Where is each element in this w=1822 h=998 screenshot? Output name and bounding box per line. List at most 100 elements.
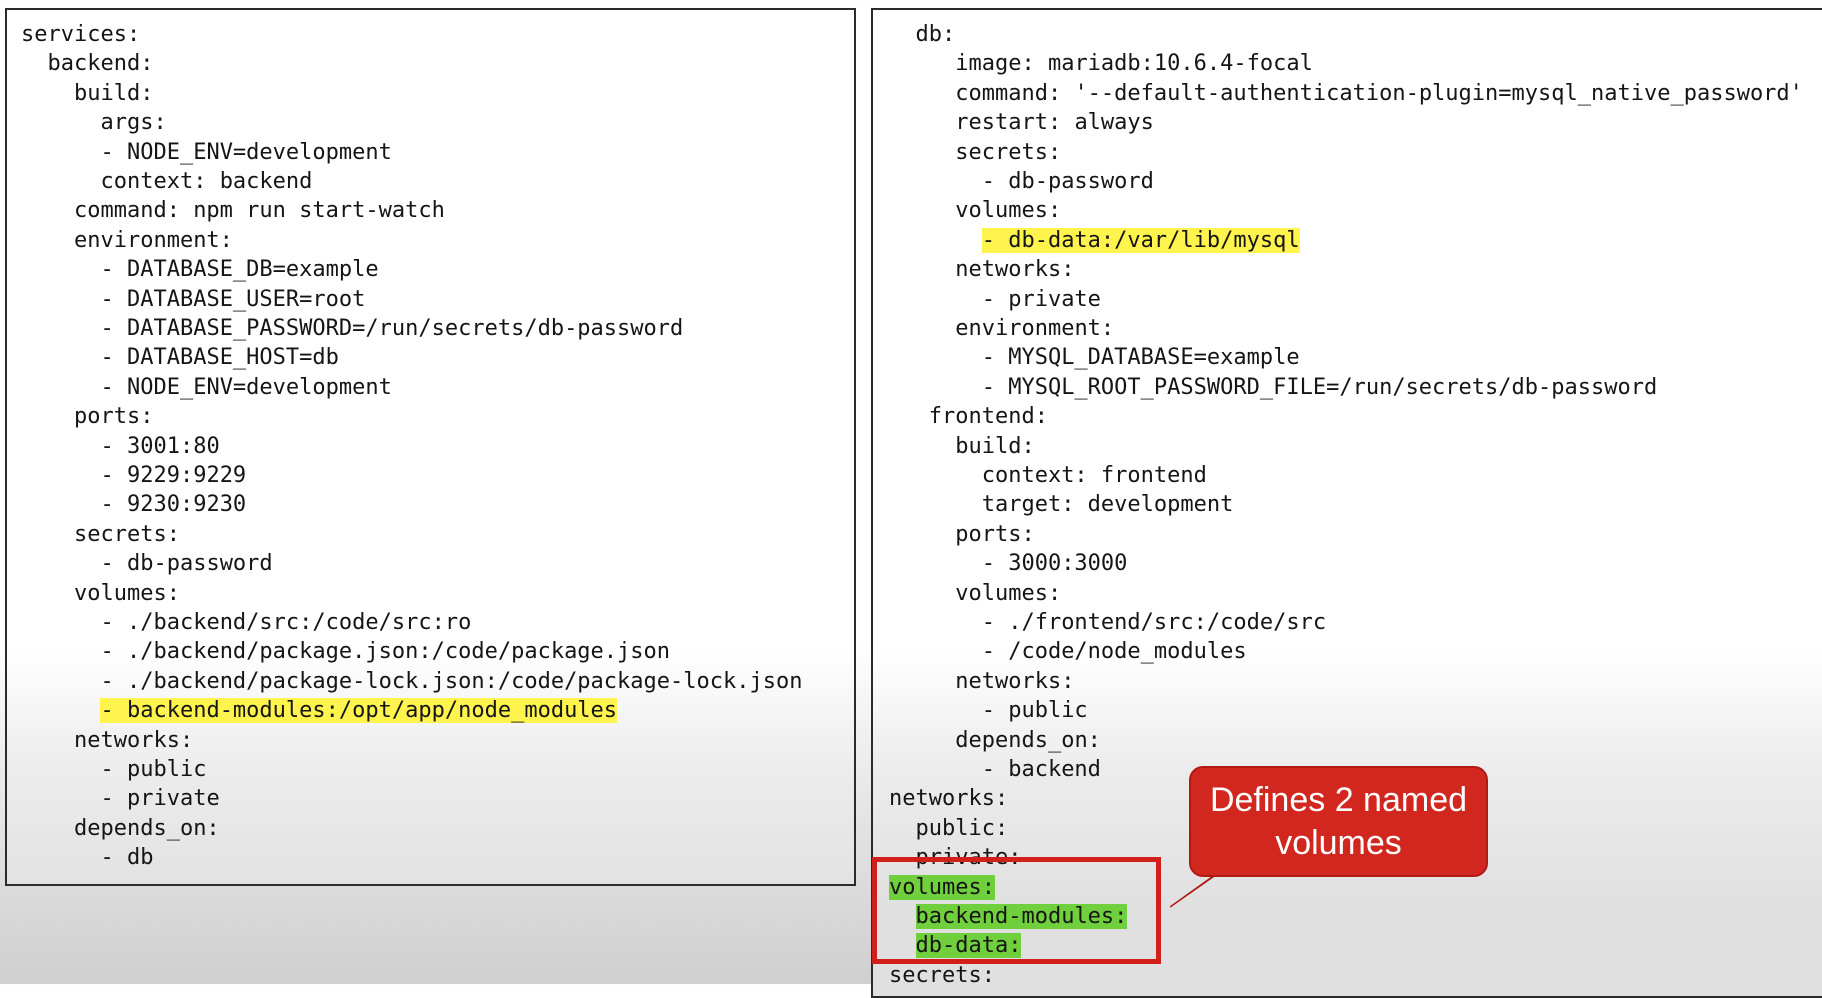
- code-line: - db-password: [21, 549, 273, 578]
- code-text: - MYSQL_ROOT_PASSWORD_FILE=/run/secrets/…: [981, 374, 1658, 400]
- code-line: networks:: [889, 255, 1074, 284]
- code-text: - 3001:80: [100, 433, 220, 459]
- code-text: - 9229:9229: [100, 463, 247, 488]
- code-line: - /code/node_modules: [889, 637, 1247, 666]
- code-line: - db-password: [889, 167, 1154, 196]
- code-text: secrets:: [889, 962, 995, 988]
- code-line: ports:: [21, 402, 153, 431]
- code-line: - private: [889, 285, 1101, 314]
- code-text: target: development: [981, 492, 1234, 518]
- code-text: networks:: [73, 727, 194, 753]
- code-text: volumes:: [955, 198, 1062, 224]
- code-line: - ./backend/package.json:/code/package.j…: [21, 637, 670, 666]
- code-text: - db: [100, 845, 154, 871]
- code-text: - db-password: [981, 169, 1154, 194]
- code-line: - backend-modules:/opt/app/node_modules: [21, 696, 618, 725]
- code-text: volumes:: [73, 580, 180, 606]
- code-line: target: development: [889, 490, 1234, 519]
- code-text: image: mariadb:10.6.4-focal: [955, 51, 1313, 77]
- code-line: - public: [21, 755, 206, 784]
- code-line: - db-data:/var/lib/mysql: [889, 226, 1300, 255]
- code-text: build:: [73, 80, 154, 106]
- code-line: networks:: [21, 726, 193, 755]
- code-line: - DATABASE_PASSWORD=/run/secrets/db-pass…: [21, 314, 683, 343]
- code-line: - DATABASE_HOST=db: [21, 343, 339, 372]
- code-line: - 3001:80: [21, 432, 220, 461]
- code-line: ports:: [889, 520, 1035, 549]
- code-line: - NODE_ENV=development: [21, 373, 392, 402]
- volumes-highlight-box: [872, 857, 1161, 964]
- code-line: command: npm run start-watch: [21, 196, 445, 225]
- code-text: - private: [100, 786, 220, 812]
- code-line: depends_on:: [889, 726, 1101, 755]
- code-text: - DATABASE_PASSWORD=/run/secrets/db-pass…: [100, 316, 684, 341]
- code-text: - DATABASE_USER=root: [100, 286, 366, 312]
- callout-bubble: Defines 2 named volumes: [1189, 766, 1488, 877]
- code-line: - DATABASE_DB=example: [21, 255, 378, 284]
- code-line: image: mariadb:10.6.4-focal: [889, 49, 1313, 78]
- code-text: - ./backend/src:/code/src:ro: [100, 610, 472, 635]
- code-text: networks:: [889, 786, 1009, 812]
- code-line: depends_on:: [21, 814, 220, 843]
- code-text: - backend-modules:/opt/app/node_modules: [100, 698, 618, 724]
- code-text: secrets:: [955, 139, 1062, 165]
- code-line: - DATABASE_USER=root: [21, 285, 365, 314]
- code-line: context: backend: [21, 167, 312, 196]
- code-text: - private: [981, 286, 1101, 312]
- code-line: - NODE_ENV=development: [21, 138, 392, 167]
- code-text: - /code/node_modules: [981, 639, 1247, 665]
- code-text: db:: [915, 22, 956, 47]
- code-line: - 9230:9230: [21, 490, 246, 519]
- callout-text: Defines 2 named volumes: [1209, 780, 1468, 862]
- code-line: command: '--default-authentication-plugi…: [889, 79, 1803, 108]
- code-line: - backend: [889, 755, 1101, 784]
- left-code-panel: services: backend: build: args: - NODE_E…: [5, 8, 856, 886]
- code-text: context: backend: [100, 169, 313, 194]
- code-text: restart: always: [955, 110, 1154, 136]
- code-text: public:: [915, 815, 1009, 841]
- code-text: - 3000:3000: [981, 551, 1128, 577]
- code-line: - ./backend/src:/code/src:ro: [21, 608, 471, 637]
- code-line: public:: [889, 814, 1009, 843]
- code-text: networks:: [955, 257, 1075, 283]
- code-text: context: frontend: [981, 463, 1207, 488]
- code-line: backend:: [21, 49, 154, 78]
- code-line: - private: [21, 784, 220, 813]
- code-text: environment:: [73, 227, 233, 253]
- code-text: - DATABASE_HOST=db: [100, 345, 339, 371]
- code-text: - public: [981, 698, 1088, 724]
- code-line: environment:: [21, 226, 233, 255]
- code-text: depends_on:: [955, 727, 1101, 753]
- code-line: - 9229:9229: [21, 461, 246, 490]
- code-line: - 3000:3000: [889, 549, 1128, 578]
- code-line: - public: [889, 696, 1088, 725]
- code-line: context: frontend: [889, 461, 1207, 490]
- code-text: ports:: [73, 404, 154, 430]
- code-text: volumes:: [955, 580, 1062, 606]
- code-text: depends_on:: [73, 815, 220, 841]
- code-text: environment:: [955, 316, 1115, 341]
- code-text: command: '--default-authentication-plugi…: [955, 80, 1803, 106]
- code-text: - 9230:9230: [100, 492, 247, 518]
- code-text: - public: [100, 757, 207, 782]
- code-line: secrets:: [889, 138, 1061, 167]
- code-text: ports:: [955, 521, 1035, 547]
- code-text: - db-password: [100, 551, 273, 577]
- code-text: networks:: [955, 668, 1075, 694]
- code-line: secrets:: [21, 520, 180, 549]
- code-text: - NODE_ENV=development: [100, 374, 392, 400]
- code-text: - db-data:/var/lib/mysql: [981, 227, 1300, 253]
- code-text: frontend:: [928, 404, 1048, 430]
- code-line: - ./backend/package-lock.json:/code/pack…: [21, 667, 802, 696]
- code-line: - ./frontend/src:/code/src: [889, 608, 1326, 637]
- code-line: environment:: [889, 314, 1114, 343]
- code-text: args:: [100, 110, 167, 136]
- code-line: frontend:: [889, 402, 1048, 431]
- code-text: - MYSQL_DATABASE=example: [981, 345, 1300, 371]
- code-text: - NODE_ENV=development: [100, 139, 392, 165]
- code-text: - ./backend/package-lock.json:/code/pack…: [100, 668, 803, 694]
- code-line: volumes:: [889, 579, 1061, 608]
- code-line: volumes:: [21, 579, 180, 608]
- code-line: - db: [21, 843, 153, 872]
- code-line: - MYSQL_ROOT_PASSWORD_FILE=/run/secrets/…: [889, 373, 1658, 402]
